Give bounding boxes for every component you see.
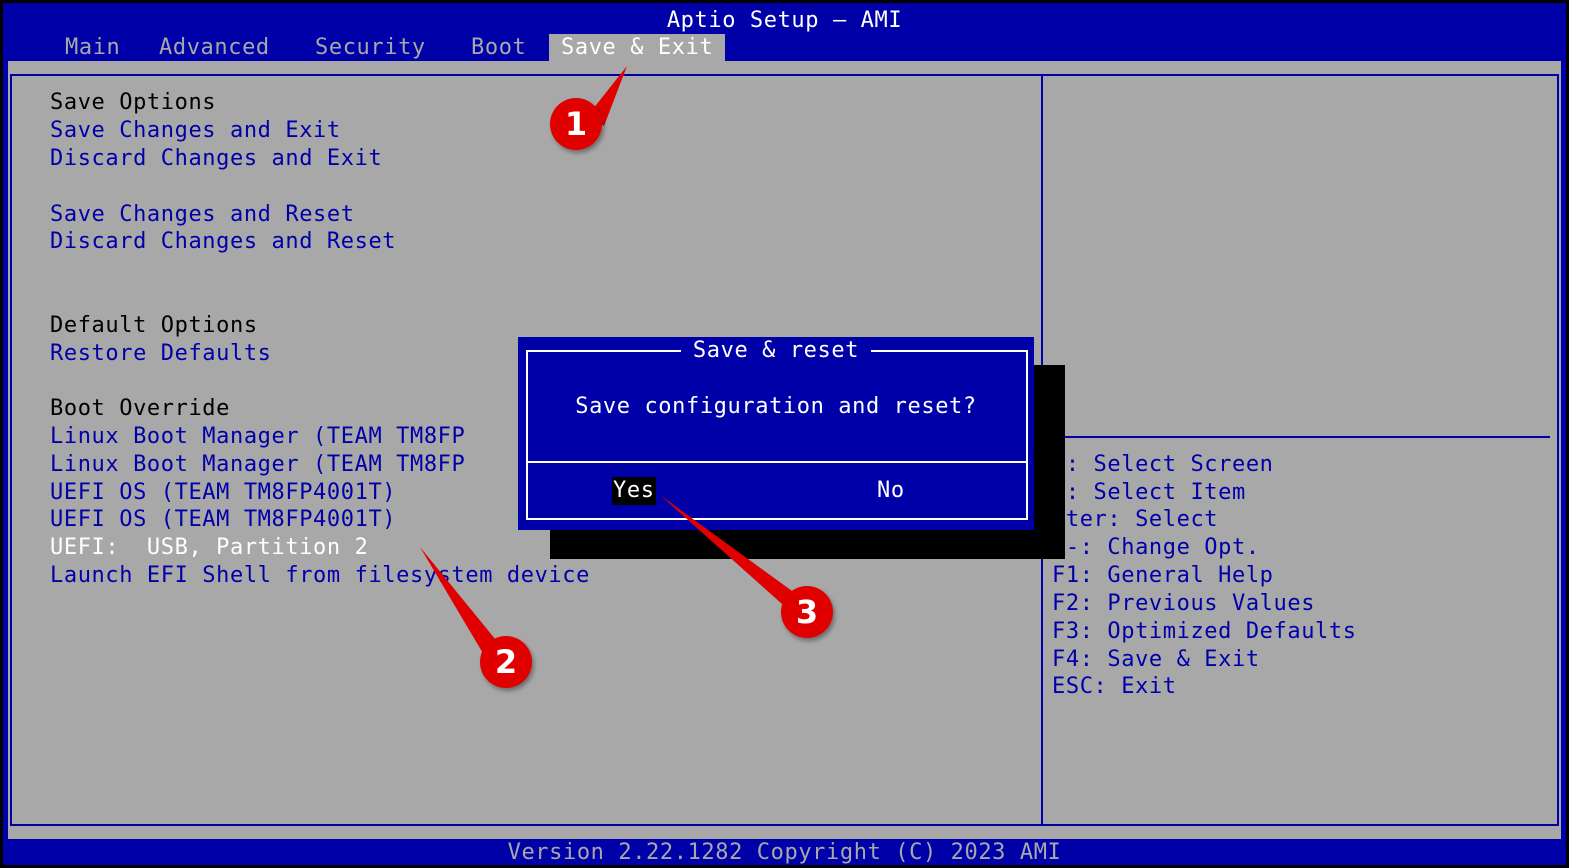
step-marker-1: 1 [550,98,602,150]
arrow-3-icon [660,495,803,612]
arrow-2-icon [420,547,500,655]
step-marker-2: 2 [480,636,532,688]
annotation-arrows [420,66,803,655]
step-marker-3: 3 [781,586,833,638]
